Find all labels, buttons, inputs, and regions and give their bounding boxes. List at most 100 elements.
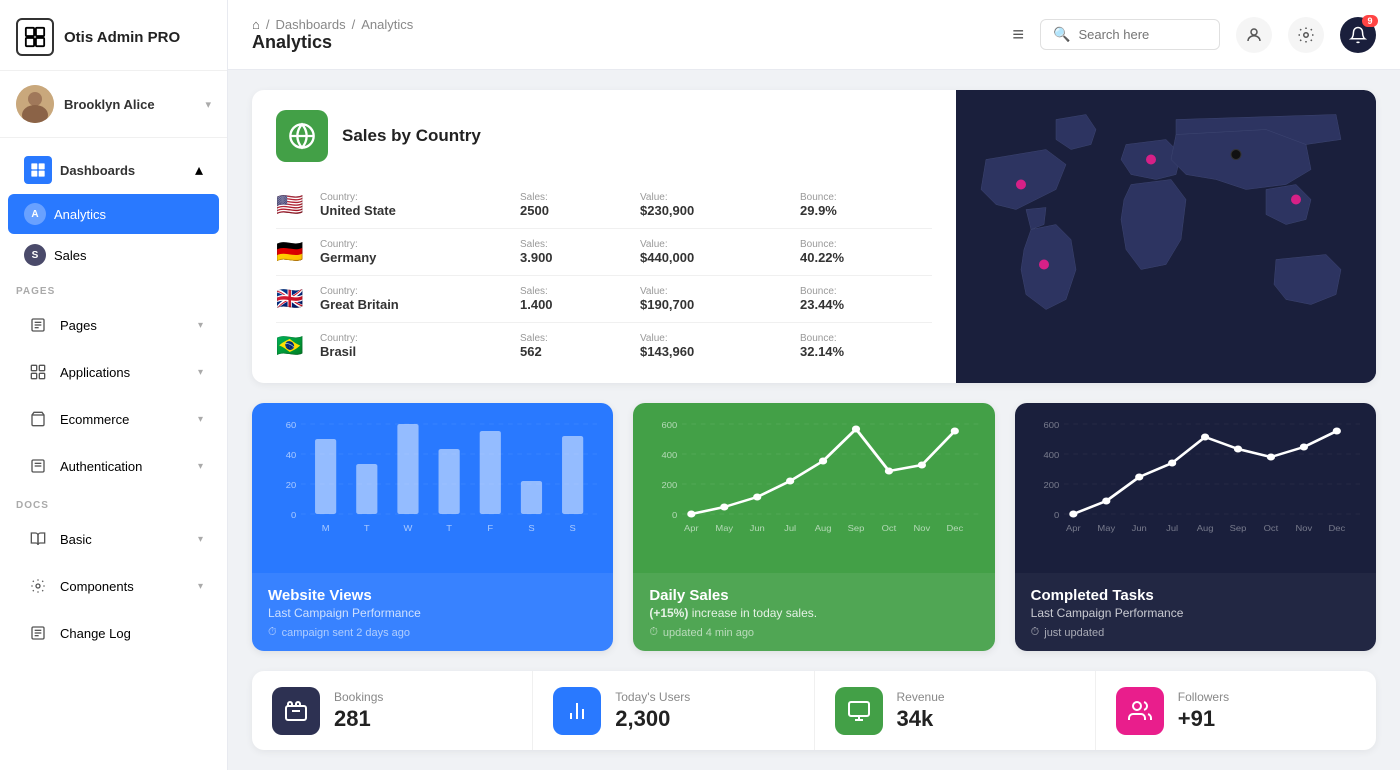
- search-icon: 🔍: [1053, 26, 1070, 43]
- svg-text:Apr: Apr: [684, 524, 699, 533]
- breadcrumb-analytics: Analytics: [361, 17, 413, 32]
- svg-text:Jun: Jun: [1131, 524, 1146, 533]
- sidebar-item-basic[interactable]: Basic ▾: [8, 516, 219, 562]
- svg-text:M: M: [322, 524, 330, 533]
- sales-label: Sales: [54, 248, 203, 263]
- completed-tasks-subtitle: Last Campaign Performance: [1031, 606, 1360, 620]
- ecommerce-icon: [24, 405, 52, 433]
- svg-text:T: T: [446, 524, 452, 533]
- components-icon: [24, 572, 52, 600]
- bookings-label: Bookings: [334, 690, 383, 704]
- gear-icon: [1297, 26, 1315, 44]
- svg-text:Dec: Dec: [1328, 524, 1345, 533]
- sidebar-item-applications[interactable]: Applications ▾: [8, 349, 219, 395]
- sidebar-item-analytics[interactable]: A Analytics: [8, 194, 219, 234]
- notifications-button[interactable]: 9: [1340, 17, 1376, 53]
- search-box[interactable]: 🔍: [1040, 19, 1220, 50]
- search-input[interactable]: [1078, 27, 1207, 42]
- svg-text:20: 20: [286, 481, 297, 490]
- revenue-value: 34k: [897, 706, 945, 732]
- basic-icon: [24, 525, 52, 553]
- svg-text:0: 0: [1054, 511, 1059, 520]
- settings-button[interactable]: [1288, 17, 1324, 53]
- changelog-nav-label: Change Log: [60, 626, 203, 641]
- followers-icon: [1116, 687, 1164, 735]
- stat-bookings: Bookings 281: [252, 671, 533, 750]
- revenue-info: Revenue 34k: [897, 690, 945, 732]
- sidebar-item-ecommerce[interactable]: Ecommerce ▾: [8, 396, 219, 442]
- components-chevron-icon: ▾: [198, 581, 203, 592]
- sidebar: Otis Admin PRO Brooklyn Alice ▾ Das: [0, 0, 228, 770]
- sales-card-header: Sales by Country: [276, 110, 932, 162]
- pages-chevron-icon: ▾: [198, 320, 203, 331]
- website-views-chart-area: 60 40 20 0 M T: [252, 403, 613, 573]
- website-views-title: Website Views: [268, 587, 597, 604]
- bookings-icon: [272, 687, 320, 735]
- sidebar-item-components[interactable]: Components ▾: [8, 563, 219, 609]
- followers-info: Followers +91: [1178, 690, 1229, 732]
- basic-chevron-icon: ▾: [198, 534, 203, 545]
- sidebar-item-pages[interactable]: Pages ▾: [8, 302, 219, 348]
- sales-char: S: [24, 244, 46, 266]
- clock-icon-3: ⏱: [1031, 626, 1040, 639]
- svg-text:Nov: Nov: [1295, 524, 1312, 533]
- svg-text:40: 40: [286, 451, 297, 460]
- stat-today-users: Today's Users 2,300: [533, 671, 814, 750]
- website-views-info: Website Views Last Campaign Performance …: [252, 573, 613, 651]
- svg-text:Apr: Apr: [1066, 524, 1081, 533]
- avatar: [16, 85, 54, 123]
- today-users-info: Today's Users 2,300: [615, 690, 690, 732]
- svg-text:Oct: Oct: [1263, 524, 1278, 533]
- flag-gb: 🇬🇧: [276, 286, 320, 312]
- svg-text:Nov: Nov: [914, 524, 931, 533]
- stats-row: Bookings 281 Today's Users 2,300: [252, 671, 1376, 750]
- svg-text:200: 200: [1043, 481, 1059, 490]
- dashboards-icon: [24, 156, 52, 184]
- completed-tasks-time: ⏱ just updated: [1031, 626, 1360, 639]
- svg-text:60: 60: [286, 421, 297, 430]
- svg-text:S: S: [569, 524, 575, 533]
- bell-icon: [1349, 26, 1367, 44]
- svg-text:0: 0: [291, 511, 296, 520]
- svg-text:Aug: Aug: [1196, 524, 1213, 533]
- svg-text:W: W: [404, 524, 414, 533]
- ecommerce-nav-label: Ecommerce: [60, 412, 198, 427]
- completed-tasks-title: Completed Tasks: [1031, 587, 1360, 604]
- website-views-time: ⏱ campaign sent 2 days ago: [268, 626, 597, 639]
- svg-text:Dec: Dec: [947, 524, 964, 533]
- svg-text:Jun: Jun: [750, 524, 765, 533]
- analytics-label: Analytics: [54, 207, 203, 222]
- svg-text:0: 0: [672, 511, 677, 520]
- sidebar-item-changelog[interactable]: Change Log: [8, 610, 219, 656]
- globe-icon: [276, 110, 328, 162]
- svg-text:S: S: [528, 524, 534, 533]
- clock-icon: ⏱: [268, 626, 277, 639]
- sidebar-item-sales[interactable]: S Sales: [8, 235, 219, 275]
- sidebar-item-authentication[interactable]: Authentication ▾: [8, 443, 219, 489]
- daily-sales-subtitle: (+15%) increase in today sales.: [649, 606, 978, 620]
- daily-sales-info: Daily Sales (+15%) increase in today sal…: [633, 573, 994, 651]
- sales-table: 🇺🇸 Country:United State Sales:2500 Value…: [276, 182, 932, 369]
- pages-icon: [24, 311, 52, 339]
- revenue-label: Revenue: [897, 690, 945, 704]
- hamburger-icon[interactable]: ≡: [1012, 25, 1024, 45]
- user-profile-button[interactable]: [1236, 17, 1272, 53]
- svg-text:Sep: Sep: [848, 524, 865, 533]
- svg-text:T: T: [364, 524, 370, 533]
- sidebar-item-dashboards[interactable]: Dashboards ▴: [8, 147, 219, 193]
- notification-badge: 9: [1362, 15, 1378, 27]
- svg-text:May: May: [1097, 524, 1115, 533]
- ecommerce-chevron-icon: ▾: [198, 414, 203, 425]
- table-row: 🇩🇪 Country:Germany Sales:3.900 Value:$44…: [276, 229, 932, 276]
- breadcrumb-area: ⌂ / Dashboards / Analytics Analytics: [252, 17, 1012, 53]
- main-area: ⌂ / Dashboards / Analytics Analytics ≡ 🔍: [228, 0, 1400, 770]
- dashboards-label: Dashboards: [60, 163, 195, 178]
- basic-nav-label: Basic: [60, 532, 198, 547]
- flag-us: 🇺🇸: [276, 192, 320, 218]
- sales-card-left: Sales by Country 🇺🇸 Country:United State…: [252, 90, 956, 383]
- user-profile[interactable]: Brooklyn Alice ▾: [0, 71, 227, 138]
- pages-nav-label: Pages: [60, 318, 198, 333]
- completed-tasks-chart-area: 600 400 200 0: [1015, 403, 1376, 573]
- applications-nav-label: Applications: [60, 365, 198, 380]
- table-row: 🇧🇷 Country:Brasil Sales:562 Value:$143,9…: [276, 323, 932, 369]
